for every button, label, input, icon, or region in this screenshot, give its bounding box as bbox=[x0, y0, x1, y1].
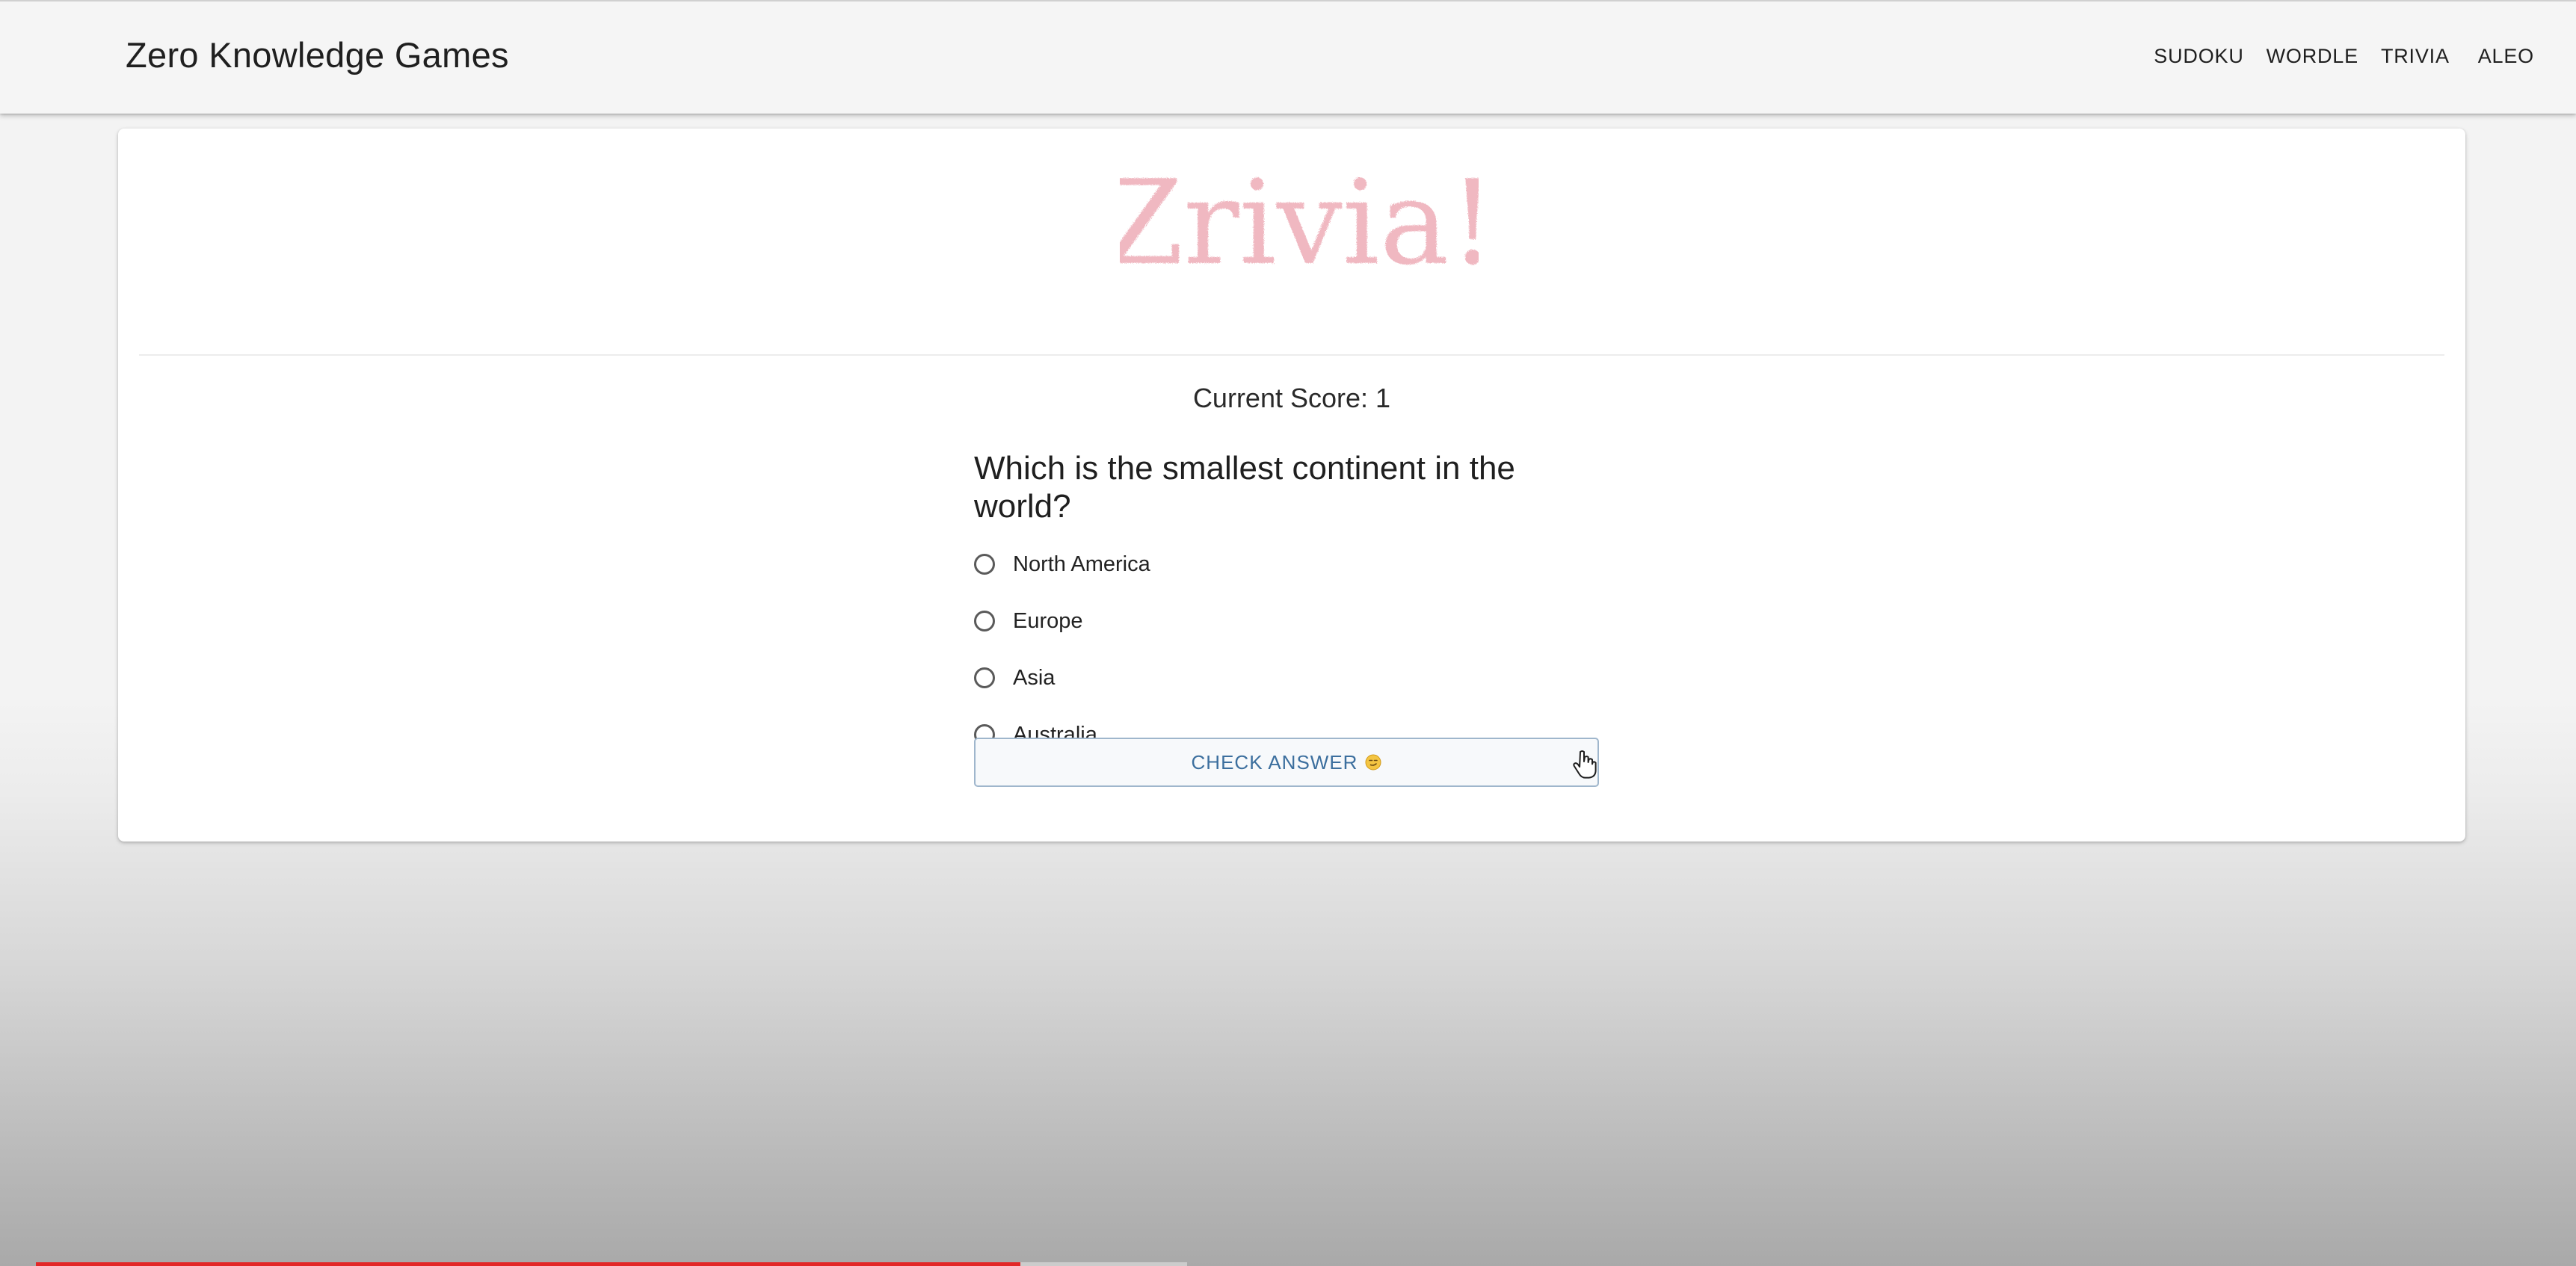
radio-icon[interactable] bbox=[974, 554, 995, 575]
logo-text: Zrivia! bbox=[1120, 155, 1479, 291]
option-europe[interactable]: Europe bbox=[974, 593, 1602, 649]
question-block: Which is the smallest continent in the w… bbox=[974, 450, 1602, 763]
radio-icon[interactable] bbox=[974, 611, 995, 632]
option-label: North America bbox=[1013, 552, 1150, 576]
zrivia-logo: Zrivia! bbox=[1120, 155, 1479, 291]
header-divider bbox=[139, 354, 2444, 356]
check-answer-button[interactable]: CHECK ANSWER bbox=[974, 738, 1599, 787]
app-bar: Zero Knowledge Games SUDOKU WORDLE TRIVI… bbox=[0, 0, 2576, 114]
smirk-emoji-icon bbox=[1365, 754, 1381, 771]
option-north-america[interactable]: North America bbox=[974, 536, 1602, 593]
video-progress-bar[interactable] bbox=[36, 1262, 1187, 1266]
radio-icon[interactable] bbox=[974, 667, 995, 689]
nav-wordle[interactable]: WORDLE bbox=[2267, 45, 2358, 68]
top-nav: SUDOKU WORDLE TRIVIA ALEO bbox=[2154, 45, 2534, 68]
brand-title[interactable]: Zero Knowledge Games bbox=[126, 34, 509, 75]
question-text: Which is the smallest continent in the w… bbox=[974, 450, 1515, 525]
option-label: Asia bbox=[1013, 665, 1056, 690]
hand-cursor-icon bbox=[1573, 750, 1597, 779]
option-label: Europe bbox=[1013, 608, 1083, 633]
nav-sudoku[interactable]: SUDOKU bbox=[2154, 45, 2243, 68]
answer-options: North America Europe Asia Australia bbox=[974, 536, 1602, 763]
nav-aleo[interactable]: ALEO bbox=[2478, 45, 2534, 68]
option-asia[interactable]: Asia bbox=[974, 649, 1602, 706]
nav-trivia[interactable]: TRIVIA bbox=[2381, 45, 2450, 68]
trivia-card: Zrivia! Current Score: 1 Which is the sm… bbox=[118, 129, 2465, 842]
video-progress-fill bbox=[36, 1262, 1020, 1266]
check-answer-label: CHECK ANSWER bbox=[1191, 750, 1358, 774]
current-score: Current Score: 1 bbox=[1192, 383, 1391, 413]
